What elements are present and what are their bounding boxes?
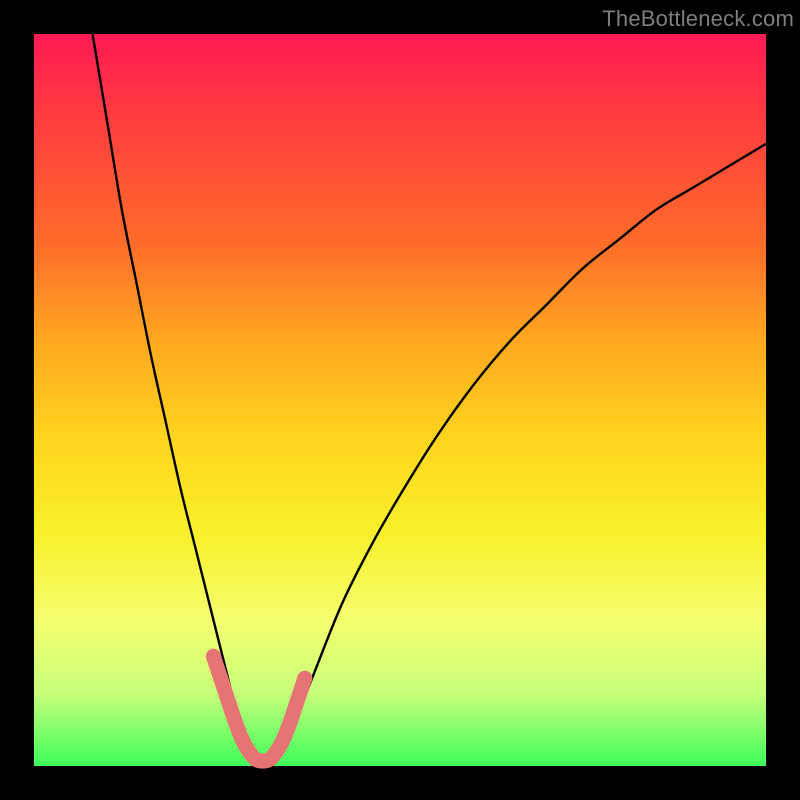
chart-frame: TheBottleneck.com — [0, 0, 800, 800]
watermark-text: TheBottleneck.com — [602, 6, 794, 32]
curve-layer — [34, 34, 766, 766]
main-curve — [93, 34, 766, 767]
